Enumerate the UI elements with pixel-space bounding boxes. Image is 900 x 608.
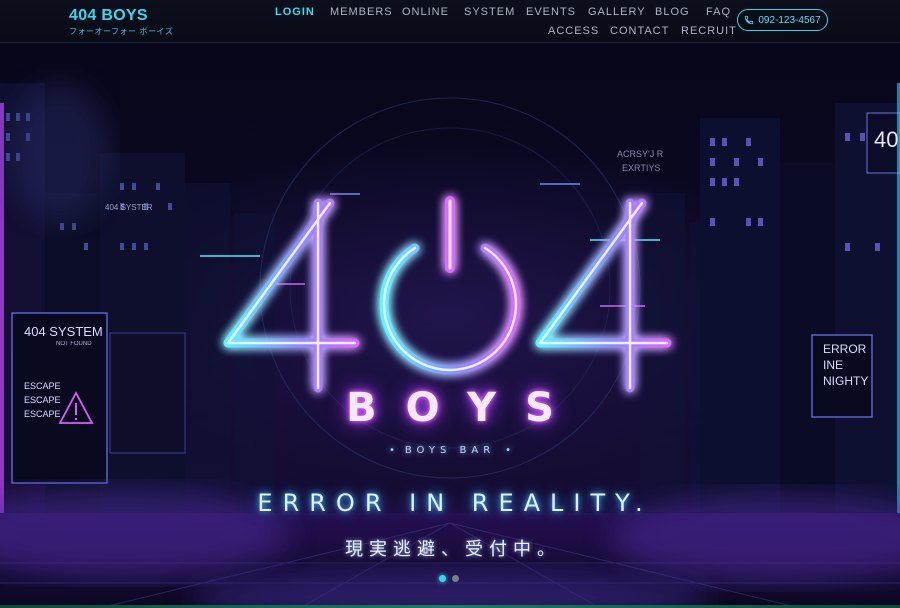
right-sign-404: 40 [874,127,899,152]
left-sign-title: 404 SYSTEM [24,324,103,339]
hero-subtitle: • BOYS BAR • [0,445,900,456]
nav-online[interactable]: ONLINE [402,6,449,18]
building-sign-left: 404 SYSTER [105,203,153,212]
city-background [0,83,900,608]
hero-subtitle-text: BOYS BAR [404,445,496,456]
nav-members[interactable]: MEMBERS [330,6,393,18]
brand-kana: フォーオーフォー ボーイズ [69,27,174,36]
nav-recruit[interactable]: RECRUIT [681,25,737,37]
phone-number: 092-123-4567 [758,14,821,26]
hero-tagline: ERROR IN REALITY. [257,489,653,517]
phone-button[interactable]: 092-123-4567 [737,9,828,31]
nav-access[interactable]: ACCESS [548,25,599,37]
right-sign-line-1: ERROR [823,342,867,356]
hero-section: 404 SYSTEM NOT FOUND ESCAPE ESCAPE ESCAP… [0,43,900,608]
center-sign-1: ACRSY'J R [617,149,664,159]
dot-right-icon: • [505,445,512,456]
slide-dot-2[interactable] [452,575,459,582]
phone-icon [745,15,754,25]
nav-contact[interactable]: CONTACT [610,25,669,37]
nav-faq[interactable]: FAQ [706,6,731,18]
brand-name[interactable]: 404 BOYS [69,7,173,25]
brand-logo[interactable]: 404 BOYS フォーオーフォー ボーイズ [69,7,173,37]
center-sign-2: EXRTIYS [622,163,661,173]
slide-indicators [439,575,459,582]
hero-subtagline: 現実逃避、受付中。 [345,539,561,560]
slide-dot-1[interactable] [439,575,446,582]
hero-boys-title: BOYS [346,385,583,431]
nav-system[interactable]: SYSTEM [464,6,515,18]
nav-login[interactable]: LOGIN [275,6,315,18]
nav-events[interactable]: EVENTS [526,6,576,18]
nav-gallery[interactable]: GALLERY [588,6,646,18]
right-sign-line-2: INE [823,358,844,372]
nav-blog[interactable]: BLOG [655,6,690,18]
left-sign-small: NOT FOUND [56,341,92,347]
site-header: 404 BOYS フォーオーフォー ボーイズ LOGIN MEMBERS ONL… [0,0,900,43]
dot-left-icon: • [388,445,395,456]
